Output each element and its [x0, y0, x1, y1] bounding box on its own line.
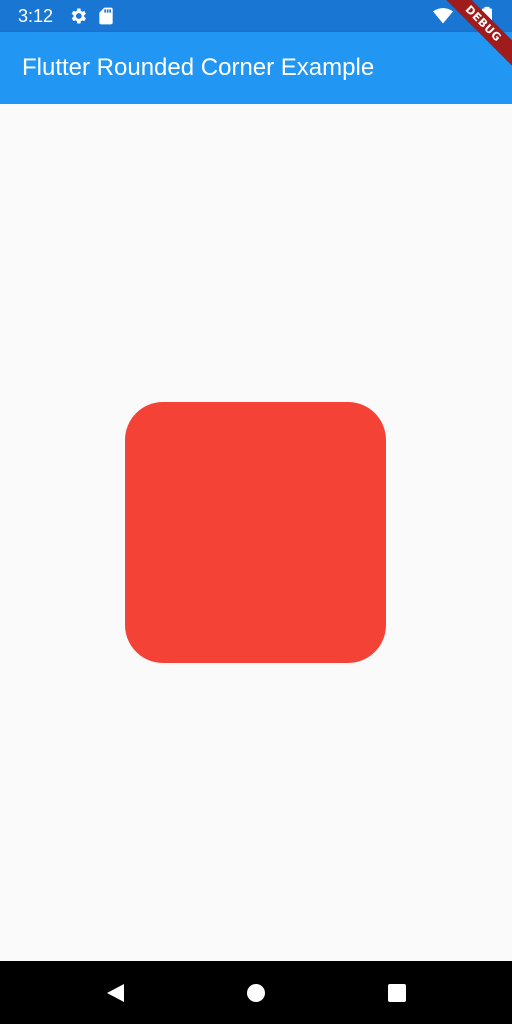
sd-card-icon — [96, 6, 116, 26]
rounded-corner-box — [125, 402, 386, 663]
wifi-icon — [432, 6, 454, 26]
battery-icon — [480, 6, 494, 26]
back-icon[interactable] — [104, 982, 126, 1004]
status-time: 3:12 — [18, 6, 54, 26]
settings-icon — [68, 6, 88, 26]
navigation-bar — [0, 961, 512, 1024]
status-bar: 3:12 — [0, 0, 512, 32]
recents-icon[interactable] — [386, 982, 408, 1004]
content-area — [0, 104, 512, 961]
screen: 3:12 Flutter Rounded Corner Example DEBU… — [0, 0, 512, 1024]
app-title: Flutter Rounded Corner Example — [22, 54, 375, 81]
app-bar: Flutter Rounded Corner Example — [0, 32, 512, 104]
home-icon[interactable] — [245, 982, 267, 1004]
